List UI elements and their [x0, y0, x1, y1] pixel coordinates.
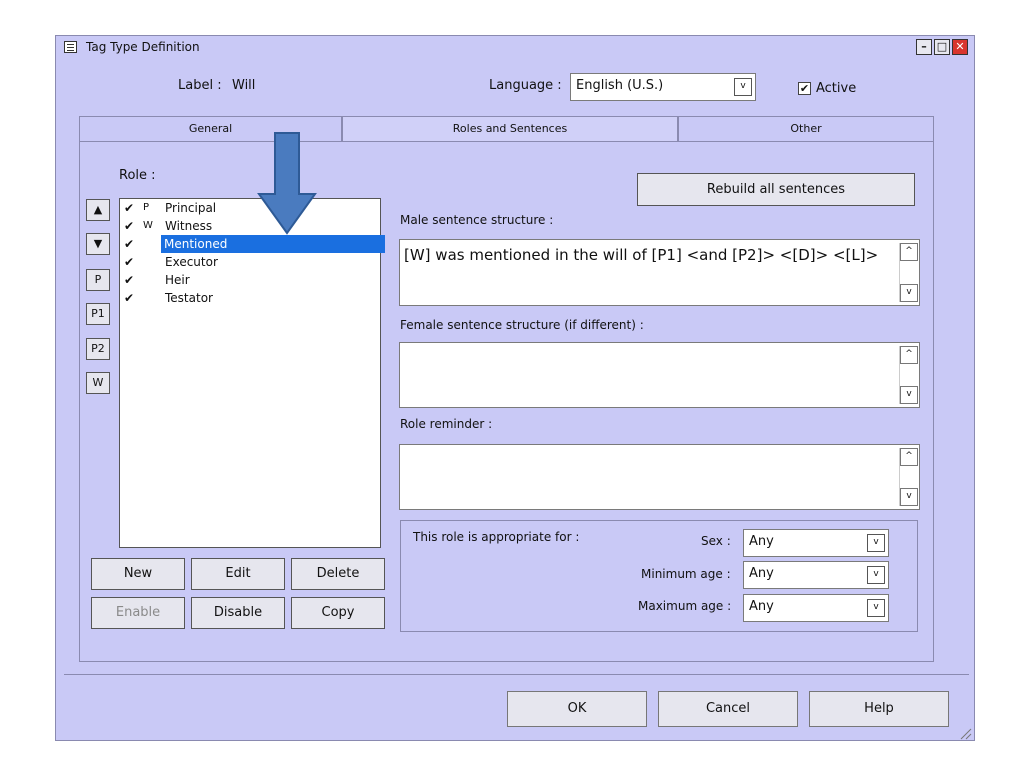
check-icon: ✔	[124, 255, 135, 269]
check-icon: ✔	[124, 237, 135, 251]
annotation-down-arrow-icon	[257, 132, 317, 235]
scroll-up-icon[interactable]: ^	[900, 346, 918, 364]
role-item-witness[interactable]: ✔ W Witness	[120, 217, 380, 235]
female-sentence-scrollbar[interactable]: ^ v	[899, 346, 918, 404]
chevron-down-icon[interactable]: v	[867, 566, 885, 584]
maximum-age-select[interactable]: Any v	[743, 594, 889, 622]
maximize-button[interactable]: □	[934, 39, 950, 55]
role-item-heir[interactable]: ✔ Heir	[120, 271, 380, 289]
copy-button[interactable]: Copy	[291, 597, 385, 629]
appropriate-for-caption: This role is appropriate for :	[413, 530, 580, 544]
role-caption: Role :	[119, 168, 156, 183]
maximum-age-caption: Maximum age :	[638, 599, 732, 613]
label-value: Will	[232, 78, 256, 93]
male-sentence-caption: Male sentence structure :	[400, 213, 554, 227]
role-item-testator[interactable]: ✔ Testator	[120, 289, 380, 307]
male-sentence-field[interactable]: [W] was mentioned in the will of [P1] <a…	[399, 239, 920, 306]
scroll-down-icon[interactable]: v	[900, 284, 918, 302]
triangle-down-icon: ▼	[93, 237, 103, 250]
minimize-button[interactable]: –	[916, 39, 932, 55]
role-reminder-field[interactable]: ^ v	[399, 444, 920, 510]
scroll-down-icon[interactable]: v	[900, 488, 918, 506]
move-down-button[interactable]: ▼	[86, 233, 110, 255]
set-w-button[interactable]: W	[86, 372, 110, 394]
language-value: English (U.S.)	[576, 78, 664, 93]
chevron-down-icon[interactable]: v	[867, 534, 885, 552]
set-p2-button[interactable]: P2	[86, 338, 110, 360]
role-code: W	[143, 220, 153, 231]
resize-grip-icon[interactable]	[958, 726, 972, 740]
window-title: Tag Type Definition	[86, 40, 200, 54]
sex-caption: Sex :	[701, 534, 731, 548]
sex-select[interactable]: Any v	[743, 529, 889, 557]
male-sentence-scrollbar[interactable]: ^ v	[899, 243, 918, 302]
chevron-down-icon[interactable]: v	[734, 78, 752, 96]
scroll-up-icon[interactable]: ^	[900, 243, 918, 261]
role-item-principal[interactable]: ✔ P Principal	[120, 199, 380, 217]
chevron-down-icon[interactable]: v	[867, 599, 885, 617]
role-name: Heir	[165, 273, 190, 287]
role-code: P	[143, 202, 150, 213]
active-label: Active	[816, 81, 857, 96]
scroll-down-icon[interactable]: v	[900, 386, 918, 404]
minimum-age-value: Any	[749, 566, 774, 581]
triangle-up-icon: ▲	[93, 203, 103, 216]
check-icon: ✔	[124, 201, 135, 215]
window-app-icon	[64, 41, 77, 53]
tab-roles-and-sentences[interactable]: Roles and Sentences	[342, 116, 678, 142]
female-sentence-field[interactable]: ^ v	[399, 342, 920, 408]
label-caption: Label :	[178, 78, 222, 93]
move-up-button[interactable]: ▲	[86, 199, 110, 221]
language-select[interactable]: English (U.S.) v	[570, 73, 756, 101]
ok-button[interactable]: OK	[507, 691, 647, 727]
resize-grip-icon	[960, 728, 972, 740]
scroll-up-icon[interactable]: ^	[900, 448, 918, 466]
disable-button[interactable]: Disable	[191, 597, 285, 629]
title-bar: Tag Type Definition – □ ✕	[56, 36, 974, 60]
role-reminder-caption: Role reminder :	[400, 417, 493, 431]
role-name: Mentioned	[161, 235, 385, 253]
active-checkbox[interactable]: ✔	[798, 82, 811, 95]
set-p-button[interactable]: P	[86, 269, 110, 291]
role-item-mentioned[interactable]: ✔ Mentioned	[120, 235, 385, 253]
male-sentence-text: [W] was mentioned in the will of [P1] <a…	[404, 246, 879, 264]
help-button[interactable]: Help	[809, 691, 949, 727]
minimum-age-caption: Minimum age :	[641, 567, 731, 581]
role-name: Principal	[165, 201, 217, 215]
check-icon: ✔	[124, 219, 135, 233]
cancel-button[interactable]: Cancel	[658, 691, 798, 727]
role-name: Witness	[165, 219, 213, 233]
check-icon: ✔	[124, 273, 135, 287]
tag-type-definition-window: Tag Type Definition – □ ✕ Label : Will L…	[55, 35, 975, 741]
role-name: Executor	[165, 255, 218, 269]
new-button[interactable]: New	[91, 558, 185, 590]
role-name: Testator	[165, 291, 213, 305]
tab-other[interactable]: Other	[678, 116, 934, 141]
language-caption: Language :	[489, 78, 562, 93]
delete-button[interactable]: Delete	[291, 558, 385, 590]
role-item-executor[interactable]: ✔ Executor	[120, 253, 380, 271]
set-p1-button[interactable]: P1	[86, 303, 110, 325]
minimum-age-select[interactable]: Any v	[743, 561, 889, 589]
check-icon: ✔	[124, 291, 135, 305]
edit-button[interactable]: Edit	[191, 558, 285, 590]
female-sentence-caption: Female sentence structure (if different)…	[400, 318, 644, 332]
role-list[interactable]: ✔ P Principal ✔ W Witness ✔ Mentioned ✔ …	[119, 198, 385, 548]
role-reminder-scrollbar[interactable]: ^ v	[899, 448, 918, 506]
enable-button[interactable]: Enable	[91, 597, 185, 629]
sex-value: Any	[749, 534, 774, 549]
close-button[interactable]: ✕	[952, 39, 968, 55]
rebuild-sentences-button[interactable]: Rebuild all sentences	[637, 173, 915, 206]
footer-divider	[64, 674, 969, 675]
maximum-age-value: Any	[749, 599, 774, 614]
